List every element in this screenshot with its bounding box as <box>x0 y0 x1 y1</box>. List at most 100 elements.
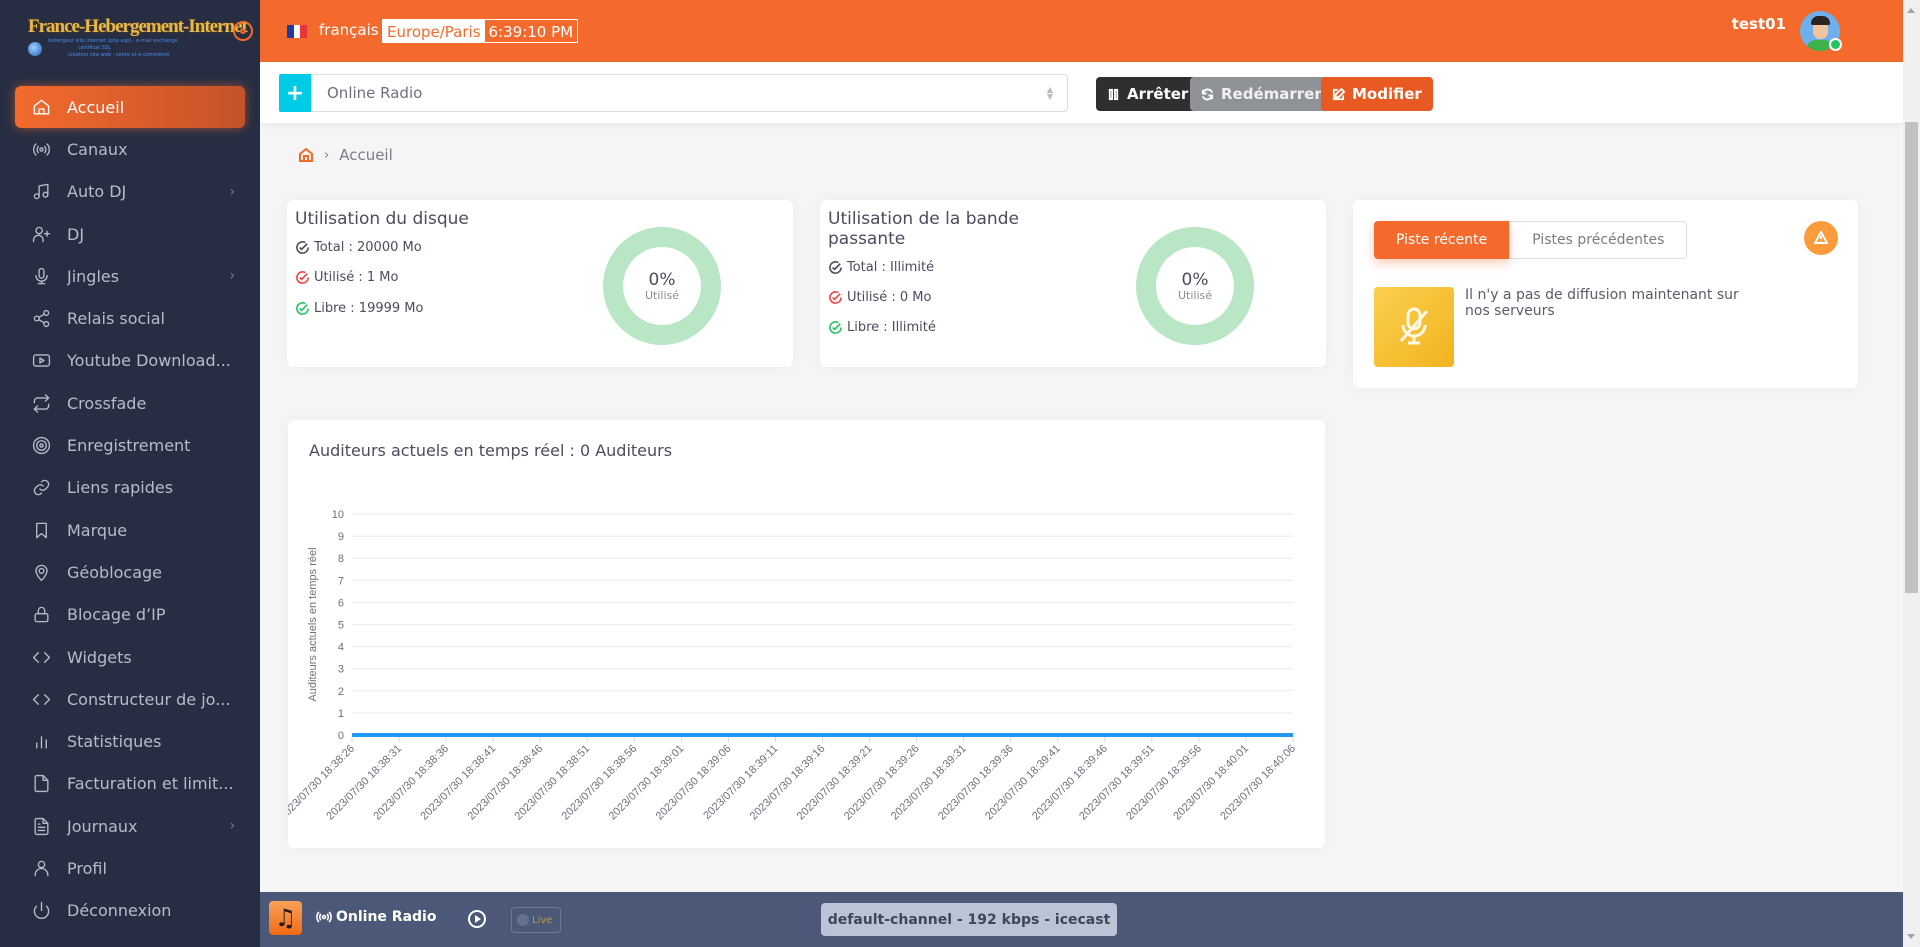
track-artwork <box>1374 287 1454 367</box>
footer-player: ♫ Online Radio Live default-channel - 19… <box>260 892 1903 947</box>
logo-title: France-Hebergement-Internet <box>28 16 248 37</box>
station-name[interactable]: Online Radio <box>316 909 436 925</box>
sidebar-item-label: Relais social <box>67 309 165 329</box>
home-icon[interactable] <box>298 147 314 163</box>
sidebar-item-liens-rapides[interactable]: Liens rapides <box>0 467 260 509</box>
sidebar-item-facturation-et-limit[interactable]: Facturation et limit... <box>0 763 260 805</box>
y-tick-label: 5 <box>338 620 344 632</box>
sidebar-item-g-oblocage[interactable]: Géoblocage <box>0 551 260 593</box>
sidebar-item-blocage-d-ip[interactable]: Blocage d’IP <box>0 594 260 636</box>
bandwidth-usage-caption: Utilisé <box>1177 288 1213 302</box>
sidebar-item-relais-social[interactable]: Relais social <box>0 297 260 339</box>
edit-button[interactable]: Modifier <box>1321 77 1433 111</box>
live-dot-icon <box>517 914 529 926</box>
warning-button[interactable] <box>1804 221 1838 255</box>
power-icon <box>31 901 51 921</box>
sidebar-toggle-icon[interactable] <box>233 21 253 41</box>
sidebar-item-accueil[interactable]: Accueil <box>15 86 245 129</box>
username[interactable]: test01 <box>1732 15 1786 33</box>
sidebar-item-profil[interactable]: Profil <box>0 847 260 889</box>
logo-tagline: certificat SSL <box>78 45 111 51</box>
language-selector[interactable]: français <box>319 21 379 39</box>
channel-select[interactable]: Online Radio ▲ ▼ <box>311 74 1068 112</box>
sidebar-item-label: Auto DJ <box>67 182 127 202</box>
sidebar-item-label: Statistiques <box>67 732 162 752</box>
sidebar-item-label: Facturation et limit... <box>67 774 234 794</box>
globe-icon <box>28 42 42 56</box>
microphone-off-icon <box>1399 307 1429 345</box>
refresh-icon <box>1201 88 1214 100</box>
bar-chart-icon <box>31 732 51 752</box>
sidebar-item-widgets[interactable]: Widgets <box>0 636 260 678</box>
tab-recent-track[interactable]: Piste récente <box>1374 221 1510 259</box>
sidebar-item-label: Constructeur de jo... <box>67 689 231 709</box>
chevron-right-icon: › <box>229 184 235 200</box>
pause-icon <box>1108 88 1119 100</box>
bandwidth-used: Utilisé : 0 Mo <box>828 290 931 305</box>
logo-tagline: création site web · vente et e-commerce <box>68 52 170 58</box>
disk-usage-caption: Utilisé <box>644 288 680 302</box>
y-tick-label: 4 <box>338 642 344 654</box>
chevron-right-icon: › <box>229 818 235 834</box>
y-tick-label: 6 <box>338 597 344 609</box>
sidebar-item-youtube-download[interactable]: Youtube Download... <box>0 340 260 382</box>
sidebar-item-canaux[interactable]: Canaux <box>0 128 260 170</box>
user-icon <box>31 858 51 878</box>
brand-logo[interactable]: France-Hebergement-Internet hébergeur si… <box>28 16 248 72</box>
link-icon <box>31 478 51 498</box>
y-tick-label: 8 <box>338 553 344 565</box>
sidebar-item-crossfade[interactable]: Crossfade <box>0 382 260 424</box>
page-scrollbar[interactable] <box>1903 0 1920 947</box>
sidebar-item-dj[interactable]: DJ <box>0 213 260 255</box>
edit-icon <box>1332 87 1345 100</box>
sidebar-item-enregistrement[interactable]: Enregistrement <box>0 424 260 466</box>
check-circle-icon <box>829 291 842 304</box>
toolbar: + Online Radio ▲ ▼ Arrêter Redémarrer Mod… <box>260 62 1903 123</box>
breadcrumb-current: Accueil <box>339 146 393 164</box>
youtube-icon <box>31 351 51 371</box>
bandwidth-free: Libre : Illimité <box>828 320 936 335</box>
sidebar-item-label: Accueil <box>67 97 125 117</box>
tab-previous-tracks[interactable]: Pistes précédentes <box>1509 221 1688 259</box>
france-flag-icon[interactable] <box>287 25 308 38</box>
check-circle-icon <box>296 302 309 315</box>
live-indicator: Live <box>511 907 561 933</box>
chevron-right-icon: › <box>229 268 235 284</box>
sidebar-item-marque[interactable]: Marque <box>0 509 260 551</box>
restart-label: Redémarrer <box>1221 85 1322 103</box>
home-icon <box>31 97 51 117</box>
sidebar-item-label: Profil <box>67 858 107 878</box>
add-channel-button[interactable]: + <box>279 74 311 112</box>
disk-usage-donut: 0% Utilisé <box>603 227 721 345</box>
bandwidth-usage-donut: 0% Utilisé <box>1136 227 1254 345</box>
code-icon <box>31 647 51 667</box>
sidebar-item-journaux[interactable]: Journaux › <box>0 805 260 847</box>
bandwidth-usage-title: Utilisation de la bande passante <box>828 209 1019 249</box>
check-circle-icon <box>829 261 842 274</box>
stop-button[interactable]: Arrêter <box>1096 77 1200 111</box>
sidebar-item-jingles[interactable]: Jingles › <box>0 255 260 297</box>
sidebar-item-constructeur-de-jo[interactable]: Constructeur de jo... <box>0 678 260 720</box>
file-text-icon <box>31 816 51 836</box>
play-button[interactable] <box>468 910 486 928</box>
scroll-down-arrow-icon[interactable] <box>1907 934 1915 939</box>
sidebar-item-auto-dj[interactable]: Auto DJ › <box>0 171 260 213</box>
select-arrows-icon: ▲ ▼ <box>1046 85 1053 101</box>
sidebar-item-label: Marque <box>67 520 128 540</box>
timezone-clock: Europe/Paris 6:39:10 PM <box>382 19 579 43</box>
scrollbar-thumb[interactable] <box>1905 122 1918 593</box>
broadcast-icon <box>316 911 332 923</box>
repeat-icon <box>31 393 51 413</box>
music-note-icon: ♫ <box>269 901 302 935</box>
logo-tagline: hébergeur site internet (php asp) · e-ma… <box>48 38 178 44</box>
tracks-tabs: Piste récente Pistes précédentes <box>1374 221 1688 259</box>
sidebar-item-statistiques[interactable]: Statistiques <box>0 720 260 762</box>
share-icon <box>31 309 51 329</box>
scroll-up-arrow-icon[interactable] <box>1907 8 1915 13</box>
sidebar-item-label: Déconnexion <box>67 901 172 921</box>
restart-button[interactable]: Redémarrer <box>1190 77 1333 111</box>
breadcrumb: › Accueil <box>298 146 393 164</box>
sidebar-item-d-connexion[interactable]: Déconnexion <box>0 890 260 932</box>
play-icon <box>475 915 481 923</box>
sidebar-item-label: Canaux <box>67 139 128 159</box>
